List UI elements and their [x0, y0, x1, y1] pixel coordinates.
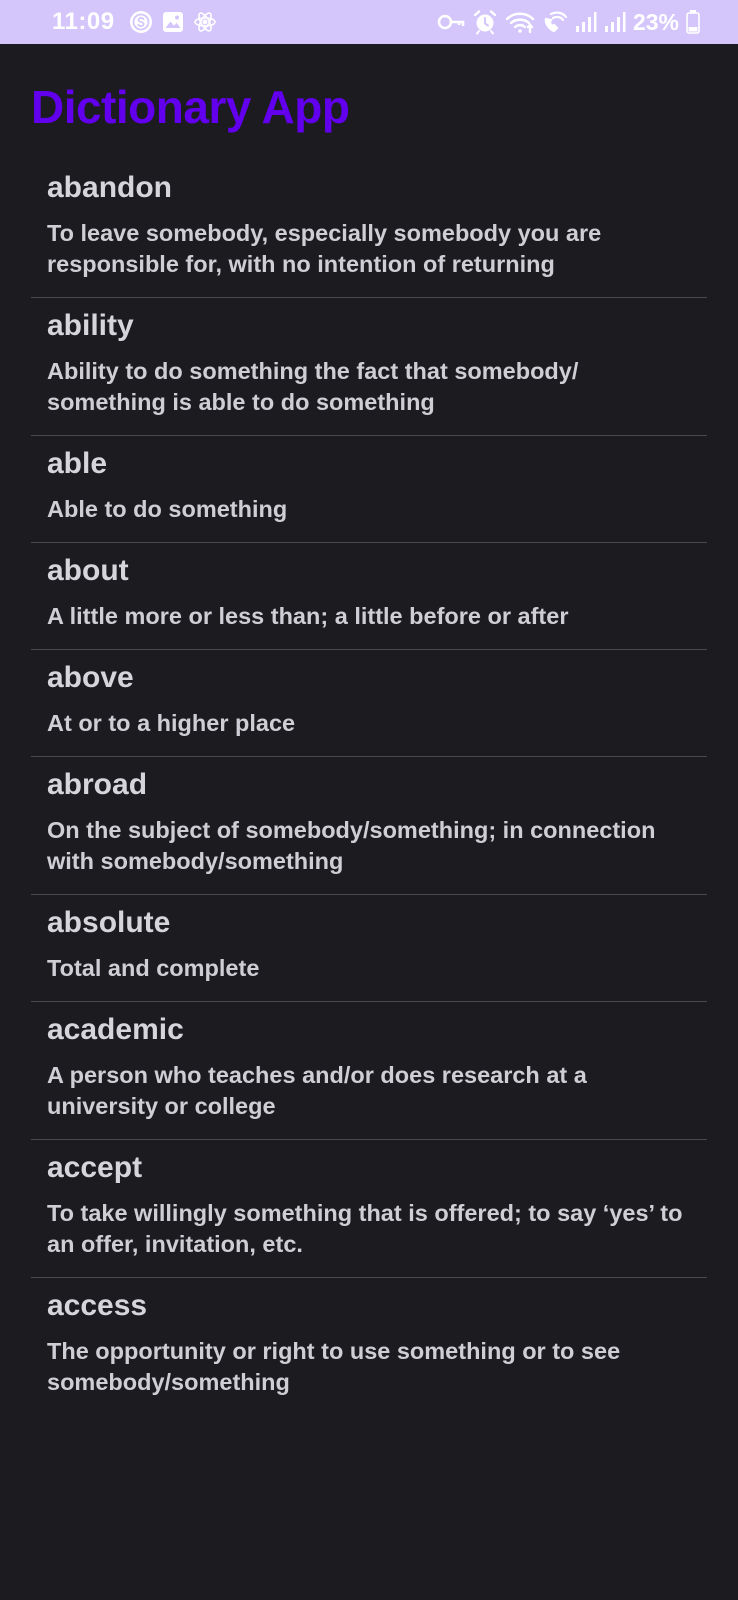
- word-list[interactable]: abandon To leave somebody, especially som…: [31, 160, 707, 1415]
- wifi-icon: [505, 10, 535, 34]
- s-circle-icon: [129, 10, 153, 34]
- word-definition: To leave somebody, especially somebody y…: [47, 220, 602, 277]
- word-definition: At or to a higher place: [47, 710, 296, 736]
- word-term: abroad: [47, 768, 148, 801]
- word-term: academic: [47, 1013, 184, 1046]
- word-term: abandon: [47, 171, 172, 204]
- word-list-item[interactable]: above At or to a higher place: [31, 650, 707, 757]
- word-term: about: [47, 554, 129, 587]
- status-time: 11:09: [52, 8, 115, 35]
- word-list-item[interactable]: access The opportunity or right to use so…: [31, 1278, 707, 1415]
- status-bar-left: 11:09: [52, 8, 217, 36]
- word-definition: A person who teaches and/or does researc…: [47, 1062, 587, 1119]
- word-list-item[interactable]: academic A person who teaches and/or does…: [31, 1002, 707, 1140]
- word-term: accept: [47, 1151, 143, 1184]
- word-list-item[interactable]: accept To take willingly something that i…: [31, 1140, 707, 1278]
- word-definition: Ability to do something the fact that so…: [47, 358, 579, 415]
- word-list-item[interactable]: able Able to do something: [31, 436, 707, 543]
- word-list-item[interactable]: abandon To leave somebody, especially som…: [31, 160, 707, 298]
- word-definition: A little more or less than; a little bef…: [47, 603, 569, 629]
- status-bar: 11:09 23%: [0, 0, 738, 44]
- key-icon: [437, 11, 465, 33]
- status-bar-right: 23%: [437, 9, 700, 36]
- word-list-item[interactable]: abroad On the subject of somebody/somethi…: [31, 757, 707, 895]
- word-term: above: [47, 661, 134, 694]
- word-definition: To take willingly something that is offe…: [47, 1200, 683, 1257]
- app-title: Dictionary App: [31, 81, 350, 133]
- signal-icon: [604, 11, 626, 33]
- word-definition: Total and complete: [47, 955, 260, 981]
- word-list-item[interactable]: about A little more or less than; a littl…: [31, 543, 707, 650]
- wifi-call-icon: [542, 10, 568, 34]
- battery-icon: [686, 10, 700, 34]
- atom-icon: [193, 10, 217, 34]
- word-list-item[interactable]: absolute Total and complete: [31, 895, 707, 1002]
- word-list-item[interactable]: ability Ability to do something the fact …: [31, 298, 707, 436]
- word-definition: On the subject of somebody/something; in…: [47, 817, 656, 874]
- word-term: access: [47, 1289, 148, 1322]
- word-definition: Able to do something: [47, 496, 288, 522]
- battery-percent: 23%: [632, 8, 679, 35]
- word-term: able: [47, 447, 108, 480]
- word-term: absolute: [47, 906, 171, 939]
- word-definition: The opportunity or right to use somethin…: [47, 1338, 621, 1395]
- gallery-icon: [161, 10, 185, 34]
- signal-icon: [575, 11, 597, 33]
- alarm-icon: [472, 9, 498, 35]
- word-term: ability: [47, 309, 134, 342]
